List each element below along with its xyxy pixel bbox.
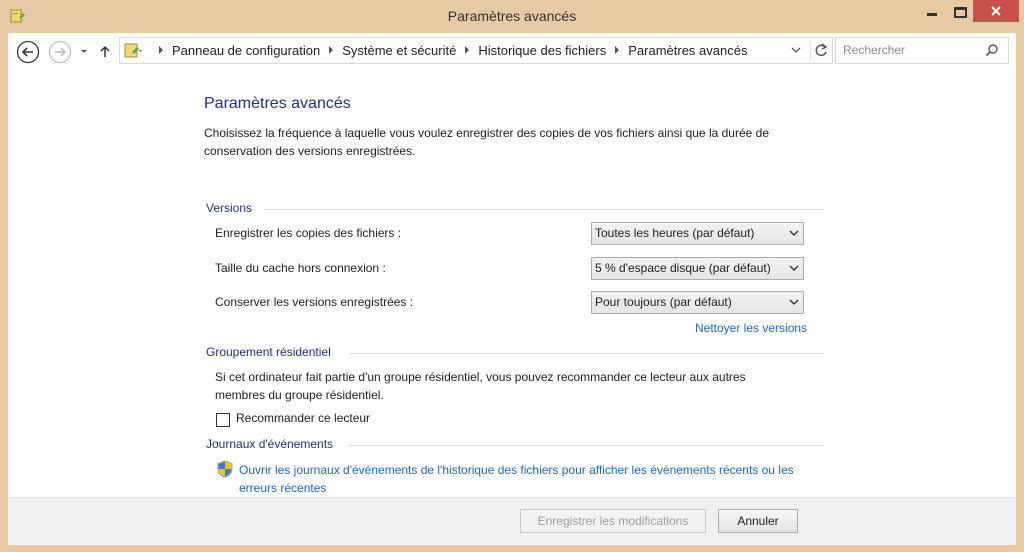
breadcrumb-separator[interactable] — [329, 46, 334, 54]
breadcrumb-separator — [159, 46, 163, 54]
recommend-drive-checkbox[interactable] — [216, 413, 230, 427]
forward-icon — [48, 40, 72, 64]
close-button[interactable] — [973, 0, 1019, 22]
chevron-down-icon — [789, 299, 799, 305]
page-title: Paramètres avancés — [204, 95, 351, 112]
cleanup-versions-link[interactable]: Nettoyer les versions — [695, 321, 807, 335]
keep-versions-select[interactable]: Pour toujours (par défaut) — [591, 291, 804, 314]
page-description: Choisissez la fréquence à laquelle vous … — [204, 126, 769, 158]
client-area: Panneau de configuration Système et sécur… — [8, 33, 1016, 545]
recent-dropdown-icon — [81, 50, 87, 53]
versions-divider — [264, 209, 824, 210]
open-event-logs-link[interactable]: Ouvrir les journaux d'événements de l'hi… — [239, 461, 819, 497]
homegroup-divider — [350, 353, 824, 354]
title-bar[interactable]: Paramètres avancés — [0, 0, 1024, 33]
minimize-icon — [927, 13, 937, 16]
breadcrumb-item-system-security[interactable]: Système et sécurité — [342, 43, 456, 58]
maximize-button[interactable] — [946, 0, 973, 22]
refresh-button[interactable] — [810, 41, 831, 60]
event-logs-divider — [349, 445, 824, 446]
keep-versions-label: Conserver les versions enregistrées : — [215, 295, 414, 309]
homegroup-description: Si cet ordinateur fait partie d'un group… — [215, 370, 746, 402]
event-logs-section-title: Journaux d'événements — [206, 437, 334, 451]
breadcrumb-separator[interactable] — [465, 46, 470, 54]
offline-cache-label: Taille du cache hors connexion : — [215, 261, 386, 275]
save-copies-value: Toutes les heures (par défaut) — [595, 226, 755, 240]
shield-icon — [217, 460, 233, 478]
breadcrumb-item-advanced-settings[interactable]: Paramètres avancés — [628, 43, 747, 58]
forward-button[interactable] — [48, 40, 72, 64]
back-button[interactable] — [16, 40, 40, 64]
recent-locations-button[interactable] — [78, 40, 90, 64]
offline-cache-value: 5 % d'espace disque (par défaut) — [595, 261, 771, 275]
up-button[interactable] — [97, 40, 113, 64]
search-input[interactable]: Rechercher — [835, 37, 1009, 64]
window-title: Paramètres avancés — [447, 8, 577, 24]
breadcrumb: Panneau de configuration Système et sécur… — [159, 38, 747, 63]
homegroup-section-title: Groupement résidentiel — [206, 345, 331, 359]
window: Paramètres avancés Panneau de configurat… — [0, 0, 1024, 552]
search-placeholder: Rechercher — [843, 43, 906, 57]
chevron-down-icon — [789, 265, 799, 271]
chevron-down-icon — [789, 230, 799, 236]
save-changes-button[interactable]: Enregistrer les modifications — [520, 509, 706, 533]
save-copies-label: Enregistrer les copies des fichiers : — [215, 226, 402, 240]
versions-section-title: Versions — [206, 201, 253, 215]
breadcrumb-item-file-history[interactable]: Historique des fichiers — [478, 43, 606, 58]
breadcrumb-item-control-panel[interactable]: Panneau de configuration — [172, 43, 320, 58]
search-icon[interactable] — [985, 43, 999, 57]
keep-versions-value: Pour toujours (par défaut) — [595, 295, 732, 309]
recommend-drive-label[interactable]: Recommander ce lecteur — [236, 411, 370, 425]
navigation-bar: Panneau de configuration Système et sécur… — [8, 33, 1016, 69]
up-icon — [100, 45, 110, 57]
refresh-icon — [815, 43, 828, 57]
address-dropdown-icon[interactable] — [791, 46, 801, 54]
close-icon — [991, 6, 1001, 16]
dialog-footer: Enregistrer les modifications Annuler — [8, 497, 1016, 545]
save-copies-select[interactable]: Toutes les heures (par défaut) — [591, 222, 804, 245]
address-bar[interactable]: Panneau de configuration Système et sécur… — [119, 37, 833, 64]
breadcrumb-separator[interactable] — [615, 46, 620, 54]
back-icon — [16, 40, 40, 64]
cancel-button[interactable]: Annuler — [718, 509, 798, 533]
offline-cache-select[interactable]: 5 % d'espace disque (par défaut) — [591, 257, 804, 280]
minimize-button[interactable] — [918, 0, 946, 22]
maximize-icon — [954, 7, 967, 18]
control-panel-icon — [124, 43, 142, 58]
